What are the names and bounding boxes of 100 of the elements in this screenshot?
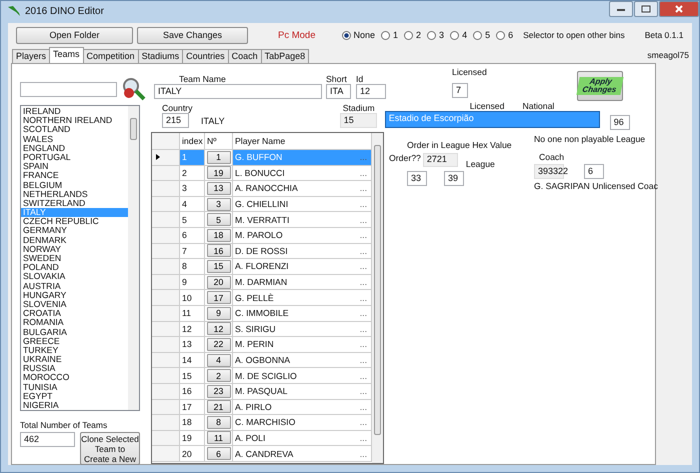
- toolbar-button[interactable]: Open Folder: [16, 26, 133, 44]
- grid-row[interactable]: 6 18 M. PAROLO ...: [152, 228, 372, 244]
- number-button[interactable]: 23: [206, 384, 230, 398]
- number-button[interactable]: 13: [206, 182, 230, 195]
- number-button[interactable]: 11: [206, 431, 230, 444]
- number-button[interactable]: 5: [206, 213, 230, 226]
- team-list-item[interactable]: NORTHERN IRELAND: [21, 116, 128, 126]
- team-list-item[interactable]: TURKEY: [21, 346, 128, 356]
- bin-radio[interactable]: 1: [381, 30, 398, 40]
- ellipsis-button[interactable]: ...: [360, 355, 367, 366]
- team-list-item[interactable]: NIGERIA: [21, 401, 128, 410]
- number-button[interactable]: 15: [206, 260, 230, 273]
- ellipsis-button[interactable]: ...: [360, 199, 367, 210]
- team-list-item[interactable]: POLAND: [21, 263, 128, 272]
- toolbar-button[interactable]: Save Changes: [137, 26, 248, 44]
- team-list-item[interactable]: IRELAND: [21, 107, 128, 116]
- number-button[interactable]: 12: [206, 322, 230, 336]
- ellipsis-button[interactable]: ...: [360, 324, 367, 334]
- ellipsis-button[interactable]: ...: [360, 308, 367, 318]
- grid-row[interactable]: 19 11 A. POLI ...: [152, 430, 372, 446]
- grid-row[interactable]: 9 20 M. DARMIAN ...: [152, 274, 372, 290]
- team-list-item[interactable]: SLOVAKIA: [21, 272, 128, 282]
- bin-radio[interactable]: 5: [473, 30, 490, 40]
- team-list-item[interactable]: SWEDEN: [21, 254, 128, 264]
- bin-radio[interactable]: 6: [496, 30, 514, 40]
- team-list-item[interactable]: GREECE: [21, 336, 128, 346]
- team-list-item[interactable]: TUNISIA: [21, 382, 128, 392]
- ellipsis-button[interactable]: ...: [360, 292, 367, 303]
- input-field[interactable]: 39: [444, 171, 464, 186]
- team-list-item[interactable]: SWITZERLAND: [21, 198, 128, 208]
- column-header[interactable]: Nº: [205, 133, 233, 149]
- bin-radio[interactable]: 4: [450, 30, 468, 40]
- ellipsis-button[interactable]: ...: [360, 214, 367, 225]
- grid-row[interactable]: 16 23 M. PASQUAL ...: [152, 384, 372, 400]
- team-list-item[interactable]: AUSTRIA: [21, 282, 128, 291]
- grid-row[interactable]: 14 4 A. OGBONNA ...: [152, 352, 372, 368]
- input-field[interactable]: 2721: [422, 153, 458, 167]
- input-field[interactable]: ITALY: [154, 84, 322, 100]
- grid-row[interactable]: 17 21 A. PIRLO ...: [152, 400, 372, 416]
- bin-radio[interactable]: 2: [404, 30, 422, 40]
- number-button[interactable]: 22: [206, 338, 230, 351]
- grid-row[interactable]: 11 9 C. IMMOBILE ...: [152, 306, 372, 322]
- tab[interactable]: Coach: [228, 49, 262, 63]
- tab[interactable]: Stadiums: [138, 49, 184, 63]
- grid-row[interactable]: 12 12 S. SIRIGU ...: [152, 322, 372, 338]
- team-list-item[interactable]: SPAIN: [21, 162, 128, 172]
- input-field[interactable]: 15: [340, 113, 377, 128]
- team-list-item[interactable]: EGYPT: [21, 392, 128, 401]
- ellipsis-button[interactable]: ...: [360, 339, 367, 350]
- ellipsis-button[interactable]: ...: [360, 261, 367, 272]
- number-button[interactable]: 8: [206, 416, 230, 429]
- grid-row[interactable]: 4 3 G. CHIELLINI ...: [152, 196, 372, 212]
- team-list-item[interactable]: SLOVENIA: [21, 300, 128, 310]
- input-field[interactable]: 7: [452, 83, 468, 98]
- number-button[interactable]: 1: [206, 150, 230, 164]
- number-button[interactable]: 3: [206, 198, 230, 211]
- input-field[interactable]: 6: [584, 164, 604, 179]
- team-list-item[interactable]: NETHERLANDS: [21, 190, 128, 199]
- team-list-item[interactable]: CROATIA: [21, 309, 128, 318]
- tab[interactable]: TabPage8: [260, 49, 310, 63]
- input-field[interactable]: 96: [610, 115, 630, 130]
- number-button[interactable]: 16: [206, 244, 230, 258]
- grid-row[interactable]: 5 5 M. VERRATTI ...: [152, 212, 372, 228]
- ellipsis-button[interactable]: ...: [360, 402, 367, 412]
- ellipsis-button[interactable]: ...: [360, 386, 367, 396]
- ellipsis-button[interactable]: ...: [360, 370, 367, 381]
- ellipsis-button[interactable]: ...: [360, 246, 367, 256]
- team-list-item[interactable]: BULGARIA: [21, 328, 128, 337]
- grid-row[interactable]: 13 22 M. PERIN ...: [152, 337, 372, 353]
- maximize-button[interactable]: [634, 1, 658, 17]
- input-field[interactable]: [20, 82, 117, 96]
- tab[interactable]: Players: [12, 49, 50, 63]
- ellipsis-button[interactable]: ...: [360, 183, 367, 194]
- scrollbar[interactable]: [128, 106, 139, 410]
- number-button[interactable]: 21: [206, 400, 230, 414]
- team-list-item[interactable]: BELGIUM: [21, 180, 128, 190]
- team-list-item[interactable]: ENGLAND: [21, 144, 128, 153]
- input-field[interactable]: ITA: [326, 84, 351, 100]
- grid-row[interactable]: 20 6 A. CANDREVA ...: [152, 446, 372, 462]
- ellipsis-button[interactable]: ...: [360, 448, 367, 459]
- number-button[interactable]: 20: [206, 276, 230, 289]
- grid-row[interactable]: 7 16 D. DE ROSSI ...: [152, 244, 372, 260]
- number-button[interactable]: 9: [206, 306, 230, 320]
- grid-row[interactable]: 18 8 C. MARCHISIO ...: [152, 415, 372, 431]
- team-list-item[interactable]: PORTUGAL: [21, 152, 128, 162]
- column-header[interactable]: index: [180, 133, 205, 149]
- number-button[interactable]: 18: [206, 228, 230, 242]
- apply-changes-button[interactable]: Apply Changes: [576, 71, 623, 102]
- input-field[interactable]: 12: [356, 84, 386, 100]
- grid-row[interactable]: 10 17 G. PELLÈ ...: [152, 290, 372, 306]
- search-icon[interactable]: [121, 76, 147, 102]
- ellipsis-button[interactable]: ...: [360, 230, 367, 240]
- team-list-item[interactable]: NORWAY: [21, 244, 128, 254]
- input-field[interactable]: 462: [20, 432, 75, 447]
- close-button[interactable]: [659, 1, 699, 17]
- input-field[interactable]: 215: [162, 113, 189, 128]
- clone-button[interactable]: Clone Selected Team to Create a New: [80, 432, 140, 465]
- scrollbar[interactable]: [372, 133, 383, 463]
- ellipsis-button[interactable]: ...: [360, 277, 367, 288]
- ellipsis-button[interactable]: ...: [360, 432, 367, 443]
